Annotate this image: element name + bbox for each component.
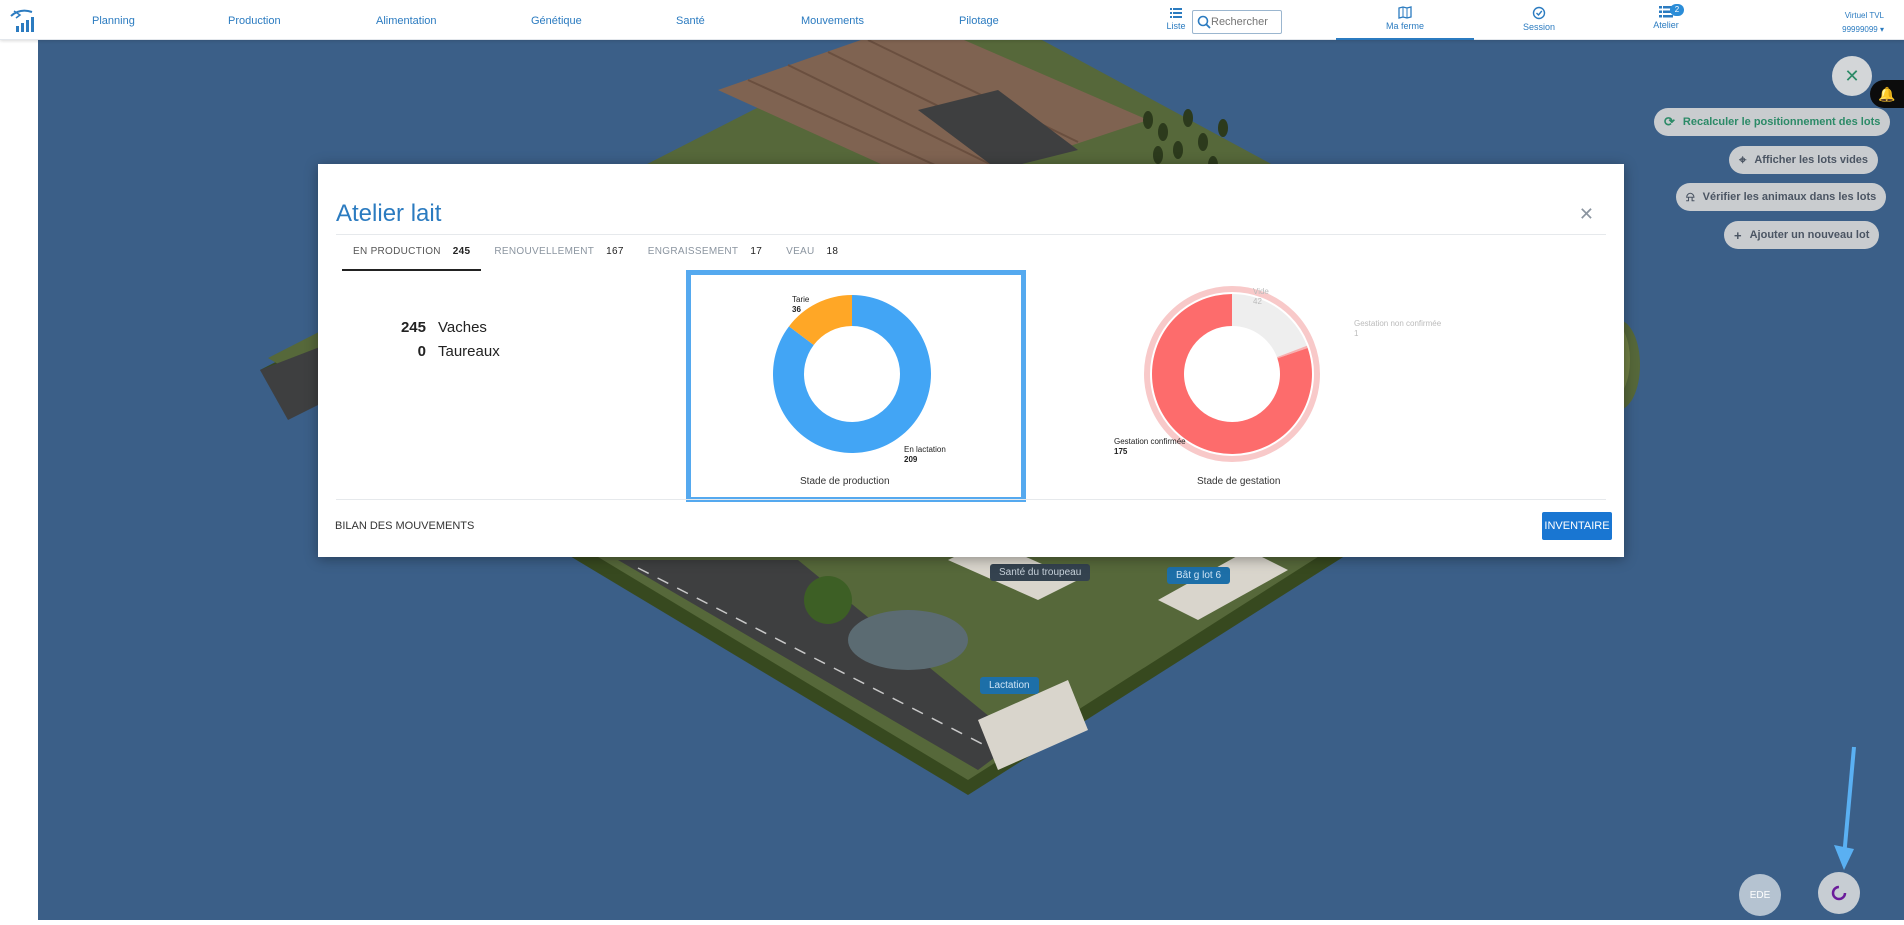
liste-button[interactable]: Liste [1164, 7, 1188, 31]
add-lot-label: Ajouter un nouveau lot [1749, 229, 1870, 241]
nav-sante[interactable]: Santé [676, 15, 705, 27]
tab-count: 18 [826, 246, 839, 257]
slice-label-name: Vide [1253, 287, 1269, 296]
ede-button[interactable]: EDE [1739, 874, 1781, 916]
bilan-mouvements-link[interactable]: BILAN DES MOUVEMENTS [335, 520, 474, 532]
dialog-title: Atelier lait [336, 200, 442, 227]
top-navigation-bar: Planning Production Alimentation Génétiq… [0, 0, 1904, 40]
tab-renouvellement[interactable]: RENOUVELLEMENT 167 [483, 238, 634, 271]
chevron-down-icon: ▾ [1879, 25, 1884, 34]
tab-label: RENOUVELLEMENT [494, 246, 595, 257]
slice-label-name: Tarie [792, 295, 810, 304]
show-empty-label: Afficher les lots vides [1754, 154, 1869, 166]
search-icon [1197, 15, 1211, 29]
donut-slice-vide[interactable] [1232, 294, 1307, 358]
tab-en-production[interactable]: EN PRODUCTION 245 [342, 238, 482, 271]
slice-label-value: 209 [904, 455, 918, 464]
close-icon: ✕ [1844, 65, 1860, 86]
map-label-sante[interactable]: Santé du troupeau [990, 564, 1091, 581]
list-view-icon [1170, 8, 1182, 18]
check-animals-label: Vérifier les animaux dans les lots [1702, 191, 1877, 203]
tab-ma-ferme-label: Ma ferme [1385, 21, 1424, 31]
tab-session-label: Session [1522, 22, 1556, 32]
production-donut-chart[interactable]: Tarie36 En lactation209 [722, 264, 982, 474]
notification-bell-button[interactable]: 🔔 [1870, 80, 1904, 108]
recalculate-button[interactable]: ⟳ Recalculer le positionnement des lots [1654, 108, 1891, 136]
production-chart-caption: Stade de production [800, 476, 890, 487]
stat-row-taureaux: 0 Taureaux [388, 340, 500, 364]
atelier-lait-dialog: Atelier lait ✕ EN PRODUCTION 245 RENOUVEL… [318, 164, 1624, 557]
stat-value: 245 [400, 319, 426, 336]
ede-label: EDE [1749, 889, 1771, 901]
app-logo-icon[interactable] [8, 6, 38, 34]
bell-icon: ⍾ [1686, 189, 1695, 204]
tab-atelier-label: Atelier [1653, 20, 1679, 30]
slice-label-name: En lactation [904, 445, 946, 454]
footer-divider [336, 499, 1606, 500]
tab-label: ENGRAISSEMENT [647, 246, 739, 257]
tab-count: 167 [606, 246, 624, 257]
close-icon: ✕ [1578, 204, 1594, 224]
stat-label: Vaches [438, 319, 487, 336]
show-empty-lots-button[interactable]: ⌖ Afficher les lots vides [1729, 146, 1879, 174]
atelier-badge: 2 [1670, 4, 1684, 16]
map-icon [1398, 6, 1412, 19]
tab-session[interactable]: Session [1500, 6, 1578, 40]
nav-mouvements[interactable]: Mouvements [801, 15, 864, 27]
title-divider [336, 234, 1606, 235]
slice-label-value: 42 [1253, 297, 1262, 306]
map-close-button[interactable]: ✕ [1832, 56, 1872, 96]
tab-label: EN PRODUCTION [353, 246, 441, 257]
nav-production[interactable]: Production [228, 15, 281, 27]
bell-icon: 🔔 [1878, 85, 1896, 102]
slice-label-name: Gestation non confirmée [1354, 319, 1442, 328]
dialog-close-button[interactable]: ✕ [1579, 204, 1594, 225]
user-name: Virtuel TVL [1844, 11, 1884, 20]
arrow-down-icon [1834, 746, 1856, 870]
search-box[interactable] [1192, 10, 1282, 34]
sync-button[interactable] [1818, 872, 1860, 914]
nav-genetique[interactable]: Génétique [531, 15, 582, 27]
stat-label: Taureaux [438, 343, 500, 360]
liste-label: Liste [1166, 21, 1186, 31]
tab-atelier[interactable]: 2 Atelier [1646, 4, 1686, 40]
map-label-bat[interactable]: Bât g lot 6 [1167, 567, 1231, 584]
slice-label-name: Gestation confirmée [1114, 437, 1186, 446]
slice-label-value: 36 [792, 305, 801, 314]
add-lot-button[interactable]: + Ajouter un nouveau lot [1724, 221, 1880, 249]
refresh-icon: ⟳ [1664, 114, 1675, 129]
map-label-lactation[interactable]: Lactation [980, 677, 1039, 694]
check-animals-button[interactable]: ⍾ Vérifier les animaux dans les lots [1676, 183, 1887, 211]
nav-planning[interactable]: Planning [92, 15, 135, 27]
slice-label-value: 175 [1114, 447, 1128, 456]
plus-icon: + [1734, 227, 1742, 243]
stat-row-vaches: 245 Vaches [388, 316, 500, 340]
location-pin-icon: ⌖ [1739, 152, 1747, 167]
inventaire-button[interactable]: INVENTAIRE [1542, 512, 1612, 540]
session-check-icon [1532, 6, 1546, 20]
slice-label-value: 1 [1354, 329, 1359, 338]
tab-count: 17 [750, 246, 763, 257]
tab-count: 245 [452, 246, 471, 257]
nav-alimentation[interactable]: Alimentation [376, 15, 437, 27]
user-menu[interactable]: Virtuel TVL 99999099 ▾ [1842, 9, 1884, 37]
gestation-chart-caption: Stade de gestation [1197, 476, 1281, 487]
search-input[interactable] [1211, 16, 1273, 28]
gestation-donut-chart[interactable]: Vide42 Gestation non confirmée1 Gestation … [1104, 264, 1664, 474]
recalculate-label: Recalculer le positionnement des lots [1682, 116, 1881, 128]
user-id: 99999099 [1842, 25, 1878, 34]
nav-pilotage[interactable]: Pilotage [959, 15, 999, 27]
sync-icon [1831, 885, 1847, 901]
herd-stats: 245 Vaches 0 Taureaux [388, 316, 500, 364]
stat-value: 0 [417, 343, 426, 360]
tab-ma-ferme[interactable]: Ma ferme [1336, 6, 1474, 40]
tab-label: VEAU [786, 246, 815, 257]
